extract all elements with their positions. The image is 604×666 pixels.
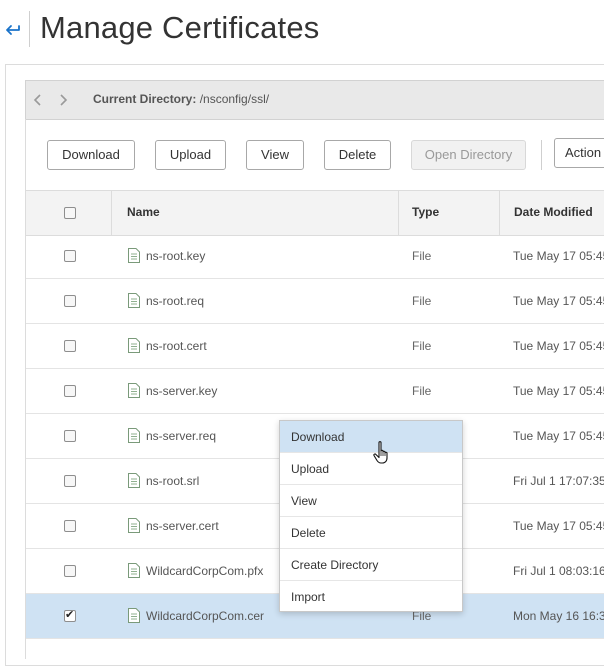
file-icon [128, 608, 140, 623]
file-date-modified: Tue May 17 05:45 [513, 384, 604, 398]
row-checkbox[interactable] [64, 250, 76, 262]
file-icon [128, 518, 140, 533]
file-name: WildcardCorpCom.pfx [146, 564, 264, 578]
file-name: WildcardCorpCom.cer [146, 609, 265, 623]
menu-item-import[interactable]: Import [280, 581, 462, 613]
column-divider [398, 191, 399, 235]
file-date-modified: Mon May 16 16:3 [513, 609, 604, 623]
table-row[interactable]: ns-server.key File Tue May 17 05:45 [26, 369, 604, 414]
menu-item-download[interactable]: Download [280, 421, 462, 453]
file-type: File [412, 384, 432, 398]
delete-button[interactable]: Delete [324, 140, 391, 170]
file-icon [128, 293, 140, 308]
row-checkbox[interactable] [64, 565, 76, 577]
toolbar-separator [541, 140, 542, 170]
page-header: Manage Certificates [0, 0, 604, 60]
column-header-type[interactable]: Type [412, 205, 439, 219]
file-date-modified: Fri Jul 1 08:03:16 [513, 564, 604, 578]
current-directory-path: /nsconfig/ssl/ [199, 92, 270, 106]
file-name: ns-root.key [146, 249, 206, 263]
upload-button[interactable]: Upload [155, 140, 226, 170]
hand-cursor-icon [373, 441, 388, 464]
table-header: Name Type Date Modified [26, 190, 604, 236]
file-icon [128, 473, 140, 488]
file-name: ns-root.srl [146, 474, 200, 488]
header-divider [29, 11, 30, 47]
select-all-checkbox[interactable] [64, 207, 76, 219]
file-type: File [412, 249, 432, 263]
column-header-date-modified[interactable]: Date Modified [514, 205, 593, 219]
row-checkbox[interactable] [64, 340, 76, 352]
table-row[interactable]: ns-root.req File Tue May 17 05:45 [26, 279, 604, 324]
file-icon [128, 338, 140, 353]
file-icon [128, 428, 140, 443]
back-nav-icon[interactable] [31, 90, 45, 110]
row-checkbox[interactable] [64, 430, 76, 442]
row-checkbox[interactable] [64, 475, 76, 487]
row-checkbox[interactable] [64, 295, 76, 307]
page-title: Manage Certificates [40, 10, 320, 45]
row-checkbox-checked[interactable] [64, 608, 76, 622]
current-directory-label: Current Directory: [93, 92, 197, 106]
table-row[interactable]: ns-root.key File Tue May 17 05:45 [26, 234, 604, 279]
menu-item-create-directory[interactable]: Create Directory [280, 549, 462, 581]
action-button[interactable]: Action [554, 138, 604, 168]
file-date-modified: Tue May 17 05:45 [513, 429, 604, 443]
row-checkbox[interactable] [64, 520, 76, 532]
column-header-name[interactable]: Name [127, 205, 160, 219]
view-button[interactable]: View [246, 140, 304, 170]
file-icon [128, 563, 140, 578]
file-date-modified: Tue May 17 05:45 [513, 339, 604, 353]
current-directory: Current Directory: /nsconfig/ssl/ [93, 92, 269, 106]
table-row[interactable]: ns-root.cert File Tue May 17 05:45 [26, 324, 604, 369]
forward-nav-icon[interactable] [56, 90, 70, 110]
row-checkbox[interactable] [64, 385, 76, 397]
context-menu: Download Upload View Delete Create Direc… [279, 420, 463, 612]
file-type: File [412, 339, 432, 353]
column-divider [499, 191, 500, 235]
menu-item-delete[interactable]: Delete [280, 517, 462, 549]
open-directory-button[interactable]: Open Directory [411, 140, 526, 170]
menu-item-upload[interactable]: Upload [280, 453, 462, 485]
file-date-modified: Tue May 17 05:45 [513, 294, 604, 308]
file-date-modified: Tue May 17 05:45 [513, 249, 604, 263]
file-date-modified: Fri Jul 1 17:07:35 [513, 474, 604, 488]
menu-item-view[interactable]: View [280, 485, 462, 517]
file-name: ns-server.req [146, 429, 217, 443]
file-name: ns-root.cert [146, 339, 207, 353]
file-date-modified: Tue May 17 05:45 [513, 519, 604, 533]
file-icon [128, 383, 140, 398]
file-name: ns-server.key [146, 384, 218, 398]
back-arrow-icon[interactable] [4, 20, 22, 40]
file-name: ns-server.cert [146, 519, 219, 533]
file-icon [128, 248, 140, 263]
directory-bar: Current Directory: /nsconfig/ssl/ [25, 80, 604, 120]
file-name: ns-root.req [146, 294, 205, 308]
download-button[interactable]: Download [47, 140, 135, 170]
file-type: File [412, 294, 432, 308]
column-divider [111, 191, 112, 235]
